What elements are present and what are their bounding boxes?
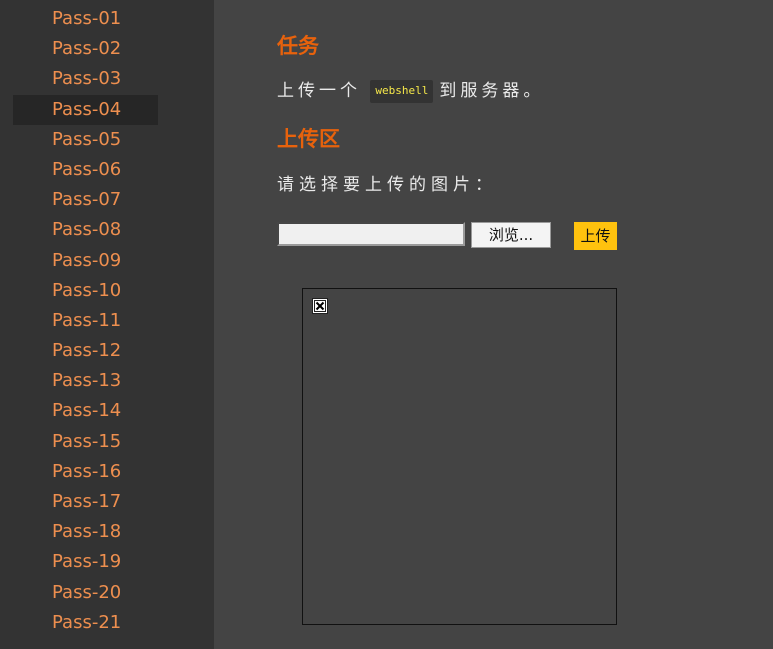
browse-button[interactable]: 浏览... — [471, 222, 551, 248]
task-title: 任务 — [277, 34, 319, 58]
sidebar-link[interactable]: Pass-18 — [0, 517, 214, 547]
sidebar-link[interactable]: Pass-01 — [0, 4, 214, 34]
sidebar: Pass-01 Pass-02 Pass-03 Pass-04 Pass-05 Pass-… — [0, 0, 214, 649]
sidebar-item-pass-11[interactable]: Pass-11 — [0, 306, 214, 336]
sidebar-link[interactable]: Pass-13 — [0, 366, 214, 396]
sidebar-link[interactable]: Pass-10 — [0, 276, 214, 306]
sidebar-item-pass-05[interactable]: Pass-05 — [0, 125, 214, 155]
sidebar-item-pass-01[interactable]: Pass-01 — [0, 4, 214, 34]
task-description: 上传一个 webshell 到服务器。 — [277, 76, 544, 103]
sidebar-link[interactable]: Pass-06 — [0, 155, 214, 185]
sidebar-item-pass-18[interactable]: Pass-18 — [0, 517, 214, 547]
sidebar-link[interactable]: Pass-12 — [0, 336, 214, 366]
sidebar-link[interactable]: Pass-16 — [0, 457, 214, 487]
sidebar-item-pass-07[interactable]: Pass-07 — [0, 185, 214, 215]
sidebar-link[interactable]: Pass-02 — [0, 34, 214, 64]
task-text-before: 上传一个 — [277, 81, 361, 101]
sidebar-item-pass-19[interactable]: Pass-19 — [0, 547, 214, 577]
sidebar-link[interactable]: Pass-03 — [0, 64, 214, 94]
sidebar-link[interactable]: Pass-14 — [0, 396, 214, 426]
sidebar-item-pass-20[interactable]: Pass-20 — [0, 578, 214, 608]
sidebar-link[interactable]: Pass-05 — [0, 125, 214, 155]
sidebar-item-pass-08[interactable]: Pass-08 — [0, 215, 214, 245]
upload-prompt: 请选择要上传的图片： — [277, 175, 497, 195]
upload-title: 上传区 — [277, 127, 340, 151]
sidebar-item-pass-03[interactable]: Pass-03 — [0, 64, 214, 94]
sidebar-link[interactable]: Pass-21 — [0, 608, 214, 638]
image-preview — [302, 288, 617, 625]
sidebar-item-pass-10[interactable]: Pass-10 — [0, 276, 214, 306]
sidebar-link[interactable]: Pass-09 — [0, 246, 214, 276]
sidebar-item-pass-15[interactable]: Pass-15 — [0, 427, 214, 457]
sidebar-item-pass-13[interactable]: Pass-13 — [0, 366, 214, 396]
sidebar-item-pass-12[interactable]: Pass-12 — [0, 336, 214, 366]
sidebar-item-pass-17[interactable]: Pass-17 — [0, 487, 214, 517]
sidebar-item-pass-06[interactable]: Pass-06 — [0, 155, 214, 185]
sidebar-link[interactable]: Pass-17 — [0, 487, 214, 517]
sidebar-link[interactable]: Pass-07 — [0, 185, 214, 215]
sidebar-link[interactable]: Pass-04 — [13, 94, 158, 125]
sidebar-item-pass-21[interactable]: Pass-21 — [0, 608, 214, 638]
sidebar-link[interactable]: Pass-19 — [0, 547, 214, 577]
task-text-after: 到服务器。 — [439, 81, 545, 101]
sidebar-link[interactable]: Pass-20 — [0, 578, 214, 608]
sidebar-item-pass-02[interactable]: Pass-02 — [0, 34, 214, 64]
sidebar-item-pass-16[interactable]: Pass-16 — [0, 457, 214, 487]
file-path-field[interactable] — [277, 222, 465, 246]
sidebar-list: Pass-01 Pass-02 Pass-03 Pass-04 Pass-05 Pass-… — [0, 4, 214, 638]
upload-button[interactable]: 上传 — [574, 222, 617, 250]
sidebar-link[interactable]: Pass-11 — [0, 306, 214, 336]
broken-image-icon — [312, 298, 328, 314]
sidebar-item-pass-14[interactable]: Pass-14 — [0, 396, 214, 426]
sidebar-link[interactable]: Pass-15 — [0, 427, 214, 457]
sidebar-item-pass-09[interactable]: Pass-09 — [0, 246, 214, 276]
task-code: webshell — [370, 79, 434, 103]
sidebar-item-pass-04[interactable]: Pass-04 — [0, 94, 214, 125]
app-root: Pass-01 Pass-02 Pass-03 Pass-04 Pass-05 Pass-… — [0, 0, 773, 649]
sidebar-link[interactable]: Pass-08 — [0, 215, 214, 245]
